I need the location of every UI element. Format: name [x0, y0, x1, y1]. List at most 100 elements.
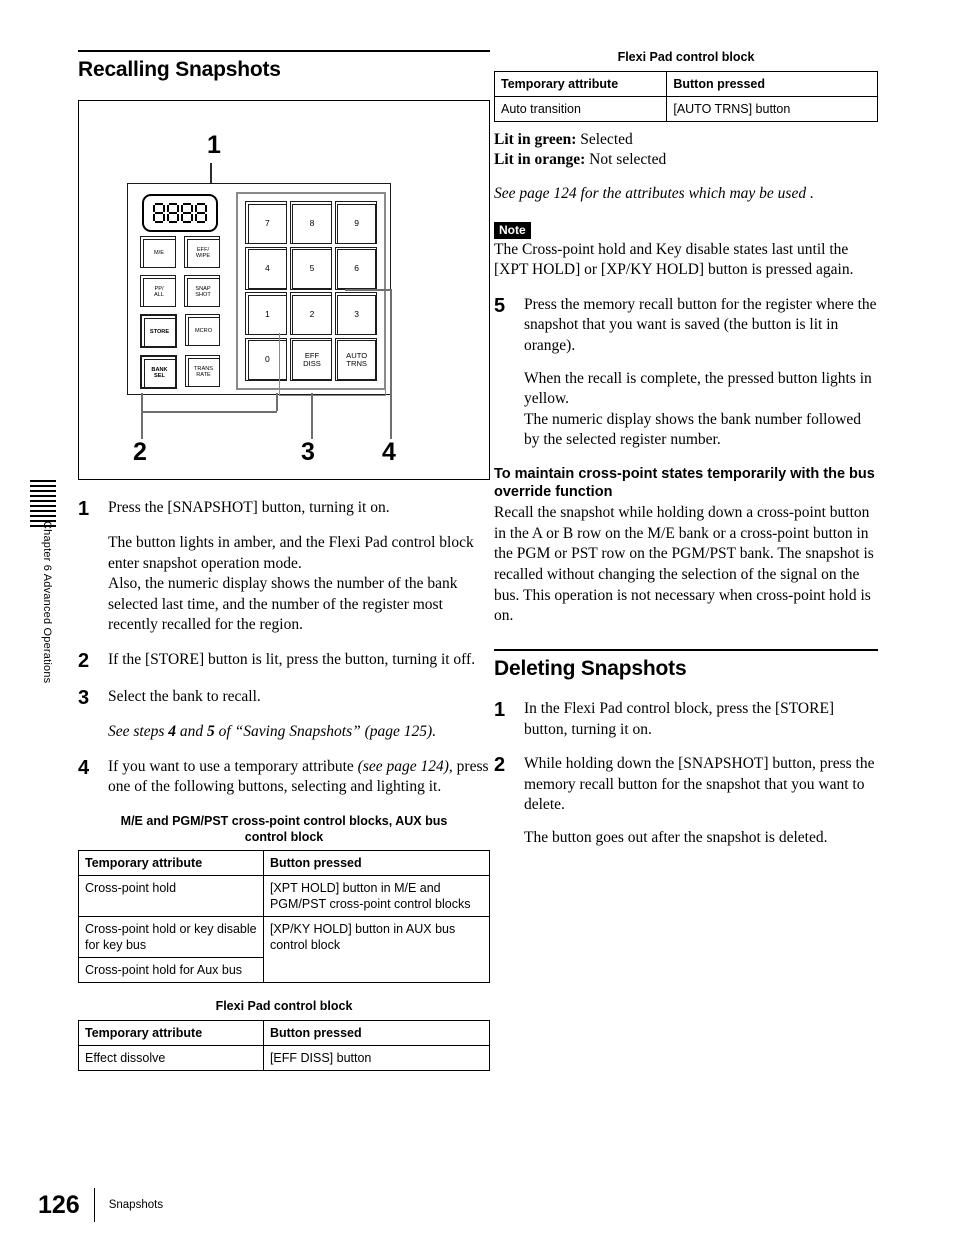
leader-line-2-stub-right [276, 393, 278, 411]
keypad-key-8[interactable]: 8 [289, 201, 333, 245]
step-1-body-1: The button lights in amber, and the Flex… [108, 534, 474, 572]
xref-part-a: See steps [108, 723, 169, 741]
panel-button-label: WIPE [195, 253, 211, 259]
panel-button-label: STORE [149, 328, 170, 335]
step-number: 1 [78, 498, 90, 520]
table-header-cell: Temporary attribute [78, 1019, 264, 1046]
panel-button-label: RATE [196, 372, 211, 378]
panel-button-me[interactable]: M/E [140, 236, 176, 268]
step-number: 2 [78, 650, 90, 673]
step-text: If you want to use a temporary attribute… [108, 757, 490, 798]
leader-line-4-vertical [390, 289, 392, 439]
panel-button-row: PP/ ALL SNAP SHOT [140, 275, 220, 307]
bus-override-text: Recall the snapshot while holding down a… [494, 504, 874, 625]
table-cell-button: [AUTO TRNS] button [666, 95, 878, 122]
seven-segment-digit [195, 203, 207, 223]
callout-2: 2 [133, 438, 147, 466]
panel-button-eff-wipe[interactable]: EFF/ WIPE [184, 236, 220, 268]
table-row: Effect dissolve [EFF DISS] button [78, 1044, 491, 1071]
panel-button-pp-all[interactable]: PP/ ALL [140, 275, 176, 307]
lit-green-value: Selected [576, 130, 633, 148]
side-tab-stripes [30, 480, 56, 527]
panel-button-bank-sel[interactable]: BANK SEL [140, 355, 177, 389]
step-1-body-2: Also, the numeric display shows the numb… [108, 575, 458, 634]
step-5: 5 Press the memory recall button for the… [494, 295, 878, 357]
lit-green-label: Lit in green: [494, 130, 577, 148]
panel-button-store[interactable]: STORE [140, 314, 177, 348]
keypad-key-label: 7 [264, 217, 270, 228]
step-text: If the [STORE] button is lit, press the … [108, 651, 476, 669]
delete-step-1: 1 In the Flexi Pad control block, press … [494, 699, 878, 740]
keypad-key-label: 1 [264, 308, 270, 319]
step-2: 2 If the [STORE] button is lit, press th… [78, 650, 490, 673]
step-5-body-2: The numeric display shows the bank numbe… [524, 410, 862, 449]
numeric-display [142, 194, 218, 232]
temporary-attribute-table-2: Temporary attribute Button pressed Effec… [78, 1019, 491, 1071]
step-4-part-a: If you want to use a temporary attribute [108, 757, 358, 775]
delete-step-2-body: The button goes out after the snapshot i… [524, 828, 828, 846]
memory-recall-keypad-frame: 7 8 9 4 5 6 1 2 3 0 EFF DISS AUTO TRNS [236, 192, 386, 396]
step-text: In the Flexi Pad control block, press th… [524, 699, 835, 738]
lit-orange-label: Lit in orange: [494, 150, 586, 168]
keypad-key-6[interactable]: 6 [334, 246, 377, 290]
panel-button-snapshot[interactable]: SNAP SHOT [184, 275, 220, 307]
keypad-key-2[interactable]: 2 [289, 292, 333, 336]
xref-part-c: of “Saving Snapshots” (page 125). [214, 723, 437, 741]
table-1-caption: M/E and PGM/PST cross-point control bloc… [120, 813, 448, 844]
page-footer: 126 Snapshots [38, 1188, 163, 1222]
table-header-cell: Button pressed [666, 70, 878, 97]
table-cell-attribute: Cross-point hold for Aux bus [78, 957, 264, 984]
temporary-attribute-table-3: Temporary attribute Button pressed Auto … [493, 70, 878, 122]
table-header-cell: Button pressed [262, 850, 491, 877]
keypad-bottom-bracket [279, 333, 386, 396]
panel-button-trans-rate[interactable]: TRANS RATE [185, 355, 220, 387]
seven-segment-digit [153, 203, 165, 223]
table-cell-attribute: Effect dissolve [78, 1044, 264, 1071]
table-2-caption: Flexi Pad control block [215, 999, 353, 1014]
table-header-cell: Temporary attribute [493, 70, 668, 97]
lit-state-orange: Lit in orange: Not selected [494, 150, 878, 170]
callout-1: 1 [207, 131, 221, 159]
panel-button-label: SHOT [195, 292, 211, 298]
keypad-key-4[interactable]: 4 [245, 246, 288, 290]
keypad-key-label: 8 [309, 217, 315, 228]
keypad-key-7[interactable]: 7 [245, 201, 288, 245]
table-header-cell: Temporary attribute [78, 850, 264, 877]
step-1: 1 Press the [SNAPSHOT] button, turning i… [78, 498, 490, 521]
panel-button-row: BANK SEL TRANS RATE [140, 355, 220, 389]
keypad-key-1[interactable]: 1 [245, 292, 288, 336]
leader-line-2-vertical [141, 411, 143, 439]
step-4-xref: (see page 124) [357, 757, 449, 775]
control-panel-figure: 1 M/E EFF/ WIPE PP/ ALL SNAP SHOT STORE … [78, 100, 490, 480]
page-title: Recalling Snapshots [78, 58, 281, 81]
step-3-cross-reference: See steps 4 and 5 of “Saving Snapshots” … [108, 722, 490, 743]
step-text: While holding down the [SNAPSHOT] button… [524, 755, 875, 814]
panel-button-mcro[interactable]: MCRO [185, 314, 220, 346]
callout-4: 4 [382, 438, 396, 466]
step-5-body-1: When the recall is complete, the pressed… [524, 369, 872, 408]
bus-override-heading: To maintain cross-point states temporari… [494, 466, 875, 501]
page-number: 126 [38, 1190, 80, 1219]
keypad-key-label: 0 [264, 354, 270, 365]
table-cell-button: [EFF DISS] button [262, 1044, 491, 1071]
step-3: 3 Select the bank to recall. [78, 687, 490, 710]
keypad-key-3[interactable]: 3 [334, 292, 377, 336]
table-header-cell: Button pressed [262, 1019, 491, 1046]
keypad-key-label: 9 [354, 217, 360, 228]
keypad-key-label: 5 [309, 263, 315, 274]
see-page-reference: See page 124 for the attributes which ma… [494, 184, 814, 202]
table-header-row: Temporary attribute Button pressed [78, 1019, 491, 1046]
keypad-key-9[interactable]: 9 [334, 201, 377, 245]
document-page: Chapter 6 Advanced Operations Recalling … [0, 0, 954, 1244]
table-header-row: Temporary attribute Button pressed [78, 850, 491, 877]
seven-segment-digit [181, 203, 193, 223]
leader-line-2-stub-left [141, 393, 143, 411]
step-number: 1 [494, 698, 506, 721]
keypad-key-5[interactable]: 5 [289, 246, 333, 290]
lit-state-green: Lit in green: Selected [494, 130, 878, 150]
keypad-key-label: 2 [309, 308, 315, 319]
table-row: Cross-point hold or key disable for key … [78, 916, 491, 984]
table-cell-button: [XPT HOLD] button in M/E and PGM/PST cro… [262, 875, 491, 918]
leader-line-2-horizontal [141, 411, 277, 413]
table-cell-attribute: Auto transition [493, 95, 668, 122]
